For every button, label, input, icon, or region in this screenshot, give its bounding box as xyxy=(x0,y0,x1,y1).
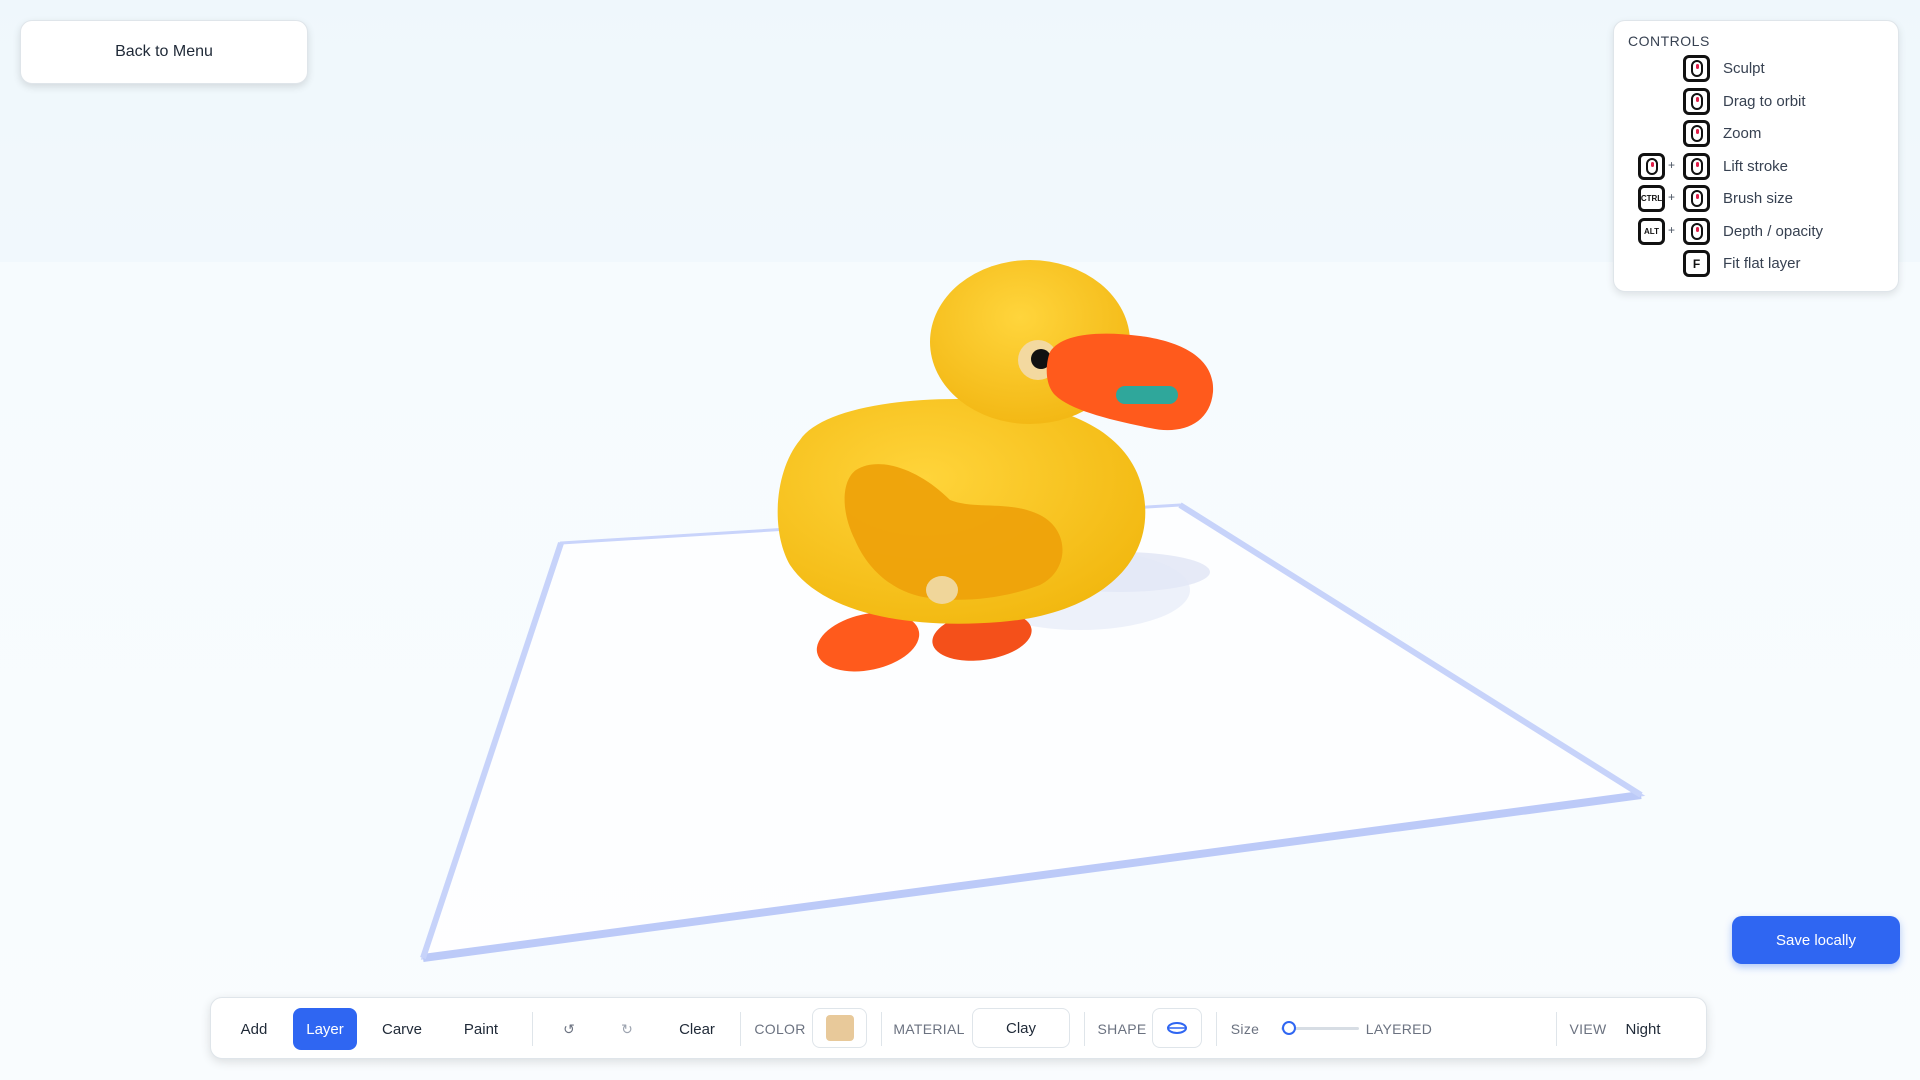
layer-shape-icon xyxy=(1167,1022,1187,1034)
control-label: Brush size xyxy=(1723,190,1794,207)
mouse-wheel-icon xyxy=(1683,217,1710,245)
material-label: MATERIAL xyxy=(893,1021,965,1037)
alt-key-icon: ALT xyxy=(1638,217,1665,245)
mouse-wheel-icon xyxy=(1683,120,1710,147)
view-label: VIEW xyxy=(1569,1021,1607,1037)
control-row-lift: + Lift stroke xyxy=(1628,151,1884,184)
tool-paint-button[interactable]: Paint xyxy=(451,998,511,1060)
shape-select-button[interactable] xyxy=(1152,1008,1202,1048)
control-label: Zoom xyxy=(1723,125,1762,142)
control-row-brush-size: CTRL + Brush size xyxy=(1628,183,1884,216)
view-mode-button[interactable]: Night xyxy=(1619,998,1667,1060)
mouse-right-icon xyxy=(1683,87,1710,115)
clear-button[interactable]: Clear xyxy=(669,998,725,1060)
tool-carve-button[interactable]: Carve xyxy=(371,998,433,1060)
color-picker-button[interactable] xyxy=(812,1008,867,1048)
f-key-icon: F xyxy=(1683,250,1710,277)
bottom-toolbar: Add Layer Carve Paint ↺ ↻ Clear COLOR MA… xyxy=(210,997,1707,1059)
control-label: Sculpt xyxy=(1723,60,1765,77)
material-select[interactable]: Clay xyxy=(972,1008,1070,1048)
control-label: Lift stroke xyxy=(1723,157,1789,175)
control-row-sculpt: Sculpt xyxy=(1628,53,1884,86)
save-locally-button[interactable]: Save locally xyxy=(1732,916,1900,964)
control-label: Depth / opacity xyxy=(1723,222,1824,240)
back-to-menu-button[interactable]: Back to Menu xyxy=(20,20,308,84)
control-row-zoom: Zoom xyxy=(1628,118,1884,151)
control-label: Fit flat layer xyxy=(1723,255,1801,272)
control-row-depth: ALT + Depth / opacity xyxy=(1628,216,1884,249)
control-row-orbit: Drag to orbit xyxy=(1628,86,1884,119)
size-label: Size xyxy=(1230,1021,1260,1037)
mouse-right-icon xyxy=(1638,152,1665,180)
tool-add-button[interactable]: Add xyxy=(229,998,279,1060)
controls-title: CONTROLS xyxy=(1628,33,1710,49)
tool-layer-button[interactable]: Layer xyxy=(293,1008,357,1050)
control-label: Drag to orbit xyxy=(1723,92,1806,110)
mouse-wheel-icon xyxy=(1683,185,1710,212)
mouse-left-icon xyxy=(1683,55,1710,82)
control-row-fit: F Fit flat layer xyxy=(1628,248,1884,281)
mode-label: LAYERED xyxy=(1365,1021,1433,1037)
shape-label: SHAPE xyxy=(1097,1021,1147,1037)
color-label: COLOR xyxy=(754,1021,806,1037)
size-slider-handle[interactable] xyxy=(1281,1021,1296,1035)
undo-icon[interactable]: ↺ xyxy=(551,998,587,1060)
redo-icon[interactable]: ↻ xyxy=(609,998,645,1060)
ctrl-key-icon: CTRL xyxy=(1638,185,1665,212)
color-swatch xyxy=(825,1015,854,1041)
mouse-left-icon xyxy=(1683,152,1710,180)
controls-panel: CONTROLS Sculpt Drag to orbit Zoom + Lif… xyxy=(1613,20,1899,292)
